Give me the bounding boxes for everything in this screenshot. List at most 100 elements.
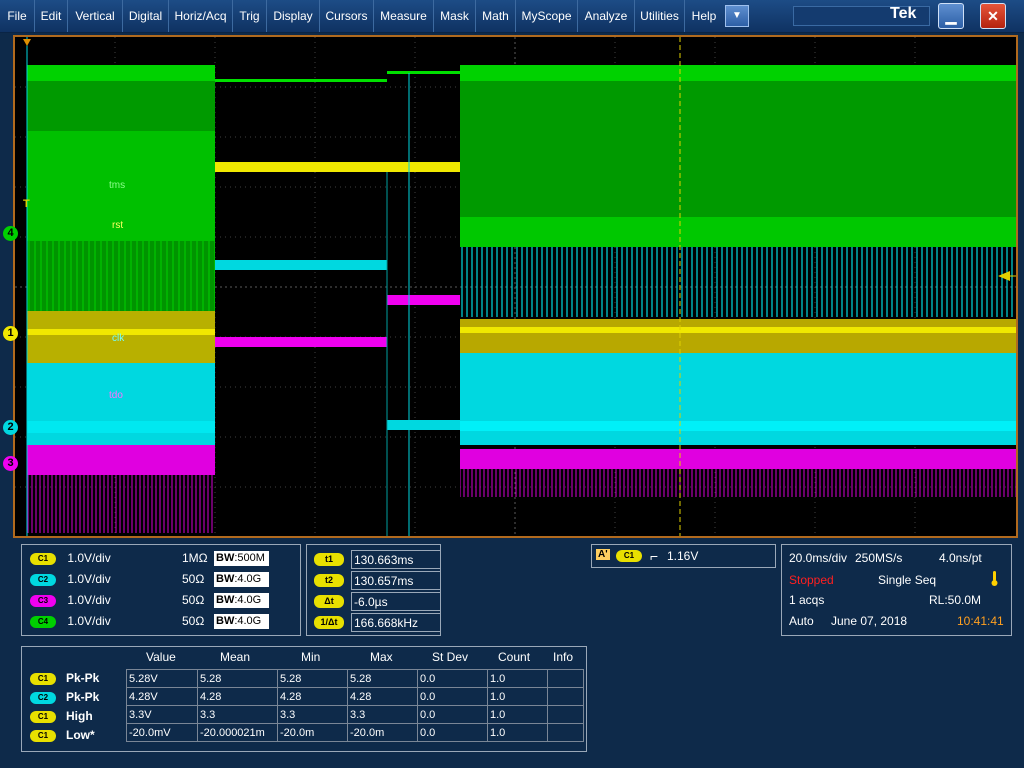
trigger-mode: Auto — [789, 614, 814, 628]
meas-name: High — [66, 709, 93, 723]
acquisition-time: 10:41:41 — [957, 614, 1004, 628]
menu-dropdown-button[interactable]: ▼ — [725, 5, 749, 27]
trigger-channel-chip: C1 — [616, 550, 642, 562]
measurement-label[interactable]: C2 Pk-Pk — [30, 688, 99, 706]
wave-label-tms: tms — [109, 180, 126, 191]
menu-bar: File Edit Vertical Digital Horiz/Acq Tri… — [0, 0, 1024, 33]
table-cell: 0.0 — [417, 687, 488, 706]
channel-chip: C2 — [30, 573, 56, 586]
channel-4-row[interactable]: C4 1.0V/div — [30, 612, 111, 630]
table-cell: -20.0m — [277, 723, 348, 742]
measurement-label[interactable]: C1 High — [30, 707, 93, 725]
channel-bandwidth[interactable]: BW:500M — [214, 551, 269, 566]
table-cell: 5.28 — [347, 669, 418, 688]
bandwidth-prefix: BW — [216, 573, 235, 585]
bandwidth-prefix: BW — [216, 594, 235, 606]
vertical-settings-panel[interactable]: C1 1.0V/div 1MΩ BW:500M C2 1.0V/div 50Ω … — [21, 544, 301, 636]
menu-horiz-acq[interactable]: Horiz/Acq — [169, 0, 233, 32]
table-cell: 1.0 — [487, 705, 548, 724]
table-cell — [547, 687, 584, 706]
table-cell: 4.28 — [347, 687, 418, 706]
menu-measure[interactable]: Measure — [374, 0, 434, 32]
measurement-label[interactable]: C1 Low* — [30, 726, 95, 744]
waveform-display[interactable]: tms rst clk tdo T — [13, 35, 1018, 538]
minimize-button[interactable]: ▁ — [938, 3, 964, 29]
meas-header-min: Min — [301, 650, 321, 664]
sample-rate: 250MS/s — [855, 551, 903, 565]
trigger-level: 1.16V — [667, 549, 699, 563]
acquisition-date: June 07, 2018 — [831, 614, 908, 628]
trigger-readout-panel[interactable]: A' C1 ⌐ 1.16V — [591, 544, 776, 568]
channel-3-row[interactable]: C3 1.0V/div — [30, 591, 111, 609]
meas-name: Pk-Pk — [66, 671, 100, 685]
menu-utilities[interactable]: Utilities — [635, 0, 685, 32]
cursor-freq-value: 166.668kHz — [351, 613, 441, 632]
cursor-readout-panel[interactable]: t1 130.663ms t2 130.657ms Δt -6.0µs 1/Δt… — [306, 544, 441, 636]
measurement-label[interactable]: C1 Pk-Pk — [30, 669, 99, 687]
table-cell: 3.3 — [277, 705, 348, 724]
channel-bandwidth[interactable]: BW:4.0G — [214, 593, 269, 608]
timebase-scale: 20.0ms/div — [789, 551, 848, 565]
table-cell: 0.0 — [417, 705, 488, 724]
meas-header-count: Count — [498, 650, 531, 664]
channel-1-marker[interactable]: 1 — [3, 326, 18, 341]
menu-display[interactable]: Display — [267, 0, 320, 32]
measurements-panel[interactable]: Value Mean Min Max St Dev Count Info C1 P… — [21, 646, 587, 752]
channel-3-marker[interactable]: 3 — [3, 456, 18, 471]
table-cell: -20.0m — [347, 723, 418, 742]
meas-chip: C1 — [30, 710, 56, 723]
table-cell — [547, 669, 584, 688]
table-cell: 4.28V — [126, 687, 198, 706]
channel-impedance: 1MΩ — [182, 551, 208, 565]
menu-file[interactable]: File — [0, 0, 35, 32]
temperature-icon — [991, 571, 998, 586]
channel-2-marker[interactable]: 2 — [3, 420, 18, 435]
menu-cursors[interactable]: Cursors — [320, 0, 374, 32]
channel-4-marker[interactable]: 4 — [3, 226, 18, 241]
table-cell: 5.28 — [277, 669, 348, 688]
cursor-delta-label: Δt — [314, 595, 344, 608]
menu-trig[interactable]: Trig — [233, 0, 267, 32]
channel-scale: 1.0V/div — [67, 572, 111, 586]
trigger-marker[interactable]: T — [23, 198, 30, 210]
menu-mask[interactable]: Mask — [434, 0, 476, 32]
bandwidth-prefix: BW — [216, 552, 235, 564]
menu-myscope[interactable]: MyScope — [516, 0, 578, 32]
channel-chip: C3 — [30, 594, 56, 607]
table-cell: 4.28 — [197, 687, 278, 706]
channel-bandwidth[interactable]: BW:4.0G — [214, 572, 269, 587]
channel-impedance: 50Ω — [182, 614, 205, 628]
menu-edit[interactable]: Edit — [35, 0, 68, 32]
acquisition-status-panel[interactable]: 20.0ms/div 250MS/s 4.0ns/pt Stopped Sing… — [781, 544, 1012, 636]
meas-header-info: Info — [553, 650, 574, 664]
table-cell: -20.0mV — [126, 723, 198, 742]
menu-vertical[interactable]: Vertical — [68, 0, 123, 32]
channel-scale: 1.0V/div — [67, 593, 111, 607]
acquisition-mode: Single Seq — [878, 573, 937, 587]
meas-name: Pk-Pk — [66, 690, 100, 704]
table-cell: 3.3V — [126, 705, 198, 724]
meas-name: Low* — [66, 728, 95, 742]
channel-bandwidth[interactable]: BW:4.0G — [214, 614, 269, 629]
bandwidth-value: :500M — [234, 552, 265, 564]
menu-help[interactable]: Help — [685, 0, 723, 32]
menu-digital[interactable]: Digital — [123, 0, 169, 32]
tek-logo: Tek — [890, 5, 917, 22]
meas-chip: C2 — [30, 691, 56, 704]
table-cell: 1.0 — [487, 687, 548, 706]
close-button[interactable]: ✕ — [980, 3, 1006, 29]
wave-label-clk: clk — [112, 333, 125, 344]
cursor-freq-label: 1/Δt — [314, 616, 344, 629]
table-row: 5.28V 5.28 5.28 5.28 0.0 1.0 — [126, 669, 584, 688]
channel-chip: C4 — [30, 615, 56, 628]
menu-math[interactable]: Math — [476, 0, 516, 32]
cursor-t2-value: 130.657ms — [351, 571, 441, 590]
channel-2-row[interactable]: C2 1.0V/div — [30, 570, 111, 588]
channel-1-row[interactable]: C1 1.0V/div — [30, 549, 111, 567]
menu-analyze[interactable]: Analyze — [578, 0, 635, 32]
table-cell: 3.3 — [197, 705, 278, 724]
falling-edge-icon: ⌐ — [650, 548, 659, 564]
meas-header-mean: Mean — [220, 650, 251, 664]
bandwidth-value: :4.0G — [234, 615, 262, 627]
table-cell: -20.000021m — [197, 723, 278, 742]
